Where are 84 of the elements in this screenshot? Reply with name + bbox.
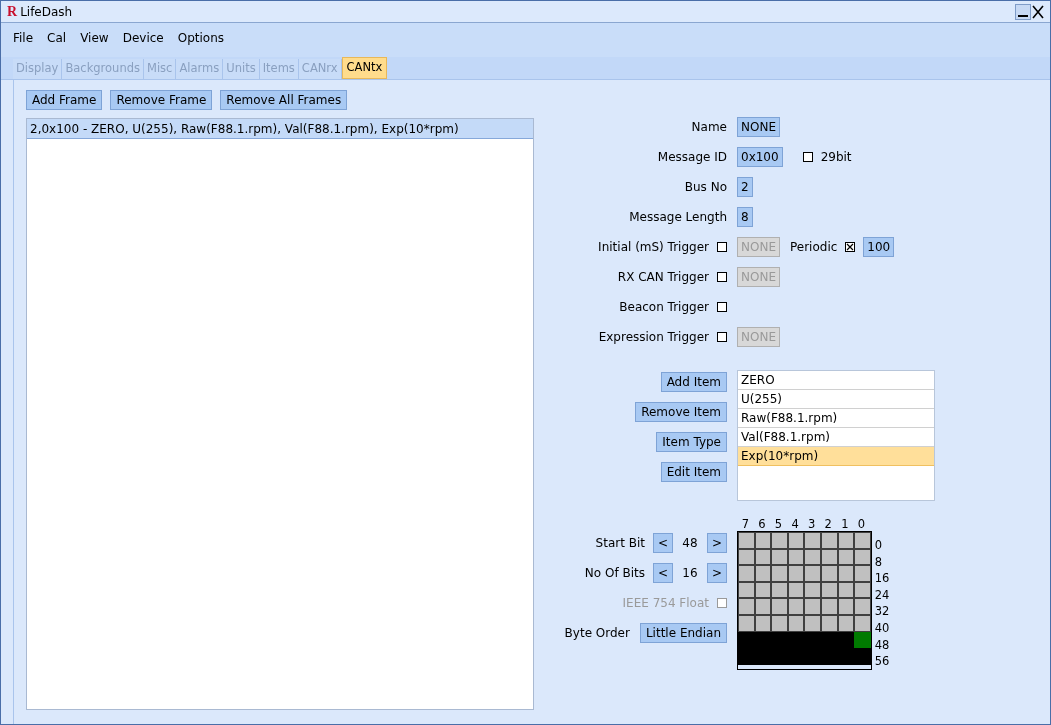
field-label: Name <box>691 119 727 136</box>
checkbox[interactable] <box>717 302 727 312</box>
bit-cell[interactable] <box>854 565 871 582</box>
bit-cell[interactable] <box>771 532 788 549</box>
value-field[interactable]: 8 <box>737 207 753 227</box>
setting-label: Byte Order <box>564 625 630 642</box>
decrease-button[interactable]: < <box>653 563 673 583</box>
column-label: 4 <box>790 517 800 531</box>
item-row[interactable]: U(255) <box>738 390 934 409</box>
column-label: 1 <box>840 517 850 531</box>
bit-cell[interactable] <box>771 565 788 582</box>
setting-value: 48 <box>681 535 699 552</box>
menu-item[interactable]: View <box>80 29 109 47</box>
value-field[interactable]: 2 <box>737 177 753 197</box>
item-list[interactable]: ZERO U(255) Raw(F88.1.rpm) Val(F88.1.rpm) Exp(10*rpm) <box>737 370 935 501</box>
item-button[interactable]: Add Item <box>660 372 727 392</box>
frame-button[interactable]: Remove All Frames <box>220 90 348 110</box>
tab[interactable]: CANtx <box>341 57 388 79</box>
checkbox[interactable] <box>717 272 727 282</box>
field-label: Expression Trigger <box>598 329 709 346</box>
setting-label: Start Bit <box>595 535 645 552</box>
row-label: 32 <box>874 603 890 620</box>
row-label: 24 <box>874 586 890 604</box>
field-label: RX CAN Trigger <box>617 269 709 286</box>
setting-label: No Of Bits <box>584 565 645 582</box>
bit-cell[interactable] <box>804 532 821 549</box>
checkbox[interactable] <box>802 152 813 162</box>
frame-row[interactable]: 2,0x100 - ZERO, U(255), Raw(F88.1.rpm), Val(F88.1.rpm), Exp(10*rpm) <box>27 119 533 139</box>
item-row[interactable]: Raw(F88.1.rpm) <box>738 409 934 428</box>
menu-item[interactable]: Device <box>122 29 164 47</box>
decrease-button[interactable]: < <box>653 533 673 553</box>
frame-list[interactable]: 2,0x100 - ZERO, U(255), Raw(F88.1.rpm), Val(F88.1.rpm), Exp(10*rpm) <box>26 118 534 710</box>
setting-value: 16 <box>681 565 699 582</box>
menu-item[interactable]: Cal <box>47 29 67 47</box>
field-label: Periodic <box>790 239 838 256</box>
item-button[interactable]: Edit Item <box>660 462 727 482</box>
field-label: Beacon Trigger <box>619 299 709 316</box>
field-label: Message Length <box>629 209 727 226</box>
increase-button[interactable]: > <box>707 533 727 553</box>
bit-cell[interactable] <box>854 532 871 549</box>
bit-cell[interactable] <box>804 598 821 615</box>
bit-cell[interactable] <box>738 565 755 582</box>
setting-label: IEEE 754 Float <box>622 595 709 612</box>
minimize-icon[interactable] <box>1015 3 1031 20</box>
value-field[interactable]: NONE <box>737 117 780 137</box>
increase-button[interactable]: > <box>707 563 727 583</box>
row-label: 40 <box>874 619 890 637</box>
frame-button[interactable]: Remove Frame <box>110 90 213 110</box>
checkbox[interactable] <box>845 242 856 252</box>
row-label: 56 <box>874 653 890 670</box>
option-label: 29bit <box>820 149 852 166</box>
column-label: 2 <box>823 517 833 531</box>
item-row[interactable]: Exp(10*rpm) <box>738 447 934 466</box>
bit-cell[interactable] <box>738 532 755 549</box>
bit-cell[interactable] <box>854 598 871 615</box>
column-label: 7 <box>740 517 750 531</box>
bit-cell[interactable] <box>771 598 788 615</box>
item-button[interactable]: Item Type <box>656 432 727 452</box>
field-label: Bus No <box>684 179 727 196</box>
checkbox[interactable] <box>717 332 727 342</box>
field-label: Initial (mS) Trigger <box>598 239 709 256</box>
frame-button[interactable]: Add Frame <box>26 90 103 110</box>
value-field[interactable]: 0x100 <box>737 147 783 167</box>
row-label: 16 <box>874 570 890 587</box>
row-label: 0 <box>874 537 884 554</box>
field-label: Message ID <box>657 149 727 166</box>
menu-item[interactable]: Options <box>177 29 224 47</box>
item-row[interactable]: ZERO <box>738 371 934 390</box>
column-label: 0 <box>856 517 867 531</box>
column-label: 3 <box>807 517 817 531</box>
row-label: 48 <box>874 636 890 654</box>
checkbox[interactable] <box>717 242 727 252</box>
close-icon[interactable] <box>1032 3 1044 20</box>
item-button[interactable]: Remove Item <box>635 402 727 422</box>
row-label: 8 <box>874 553 884 571</box>
app-logo: R <box>7 4 18 19</box>
menu-item[interactable]: File <box>13 29 34 47</box>
column-label: 5 <box>773 517 784 531</box>
bit-cell[interactable] <box>738 598 755 615</box>
bit-cell[interactable] <box>804 565 821 582</box>
value-field[interactable]: 100 <box>863 237 895 257</box>
byte-order-button[interactable]: Little Endian <box>639 623 727 643</box>
window-title: LifeDash <box>20 3 73 21</box>
column-label: 6 <box>757 517 767 531</box>
